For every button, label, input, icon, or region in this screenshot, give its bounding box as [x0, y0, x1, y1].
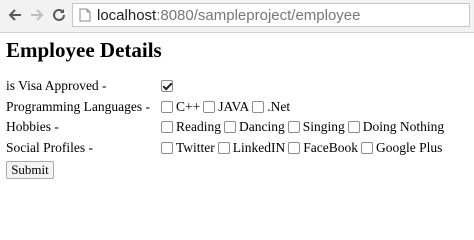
employee-form: is Visa Approved - Programming Languages… [6, 76, 468, 158]
social-option-label: Twitter [176, 139, 215, 155]
language-checkbox-java[interactable] [203, 100, 216, 113]
social-option-label: LinkedIN [232, 139, 286, 155]
hobby-option-label: Doing Nothing [362, 119, 445, 134]
hobby-option-label: Singing [302, 119, 345, 134]
browser-toolbar: localhost:8080/sampleproject/employee [0, 0, 474, 33]
social-checkbox-linkedin[interactable] [217, 141, 230, 154]
hobby-checkbox-reading[interactable] [161, 121, 173, 133]
page-icon [79, 8, 91, 22]
page-content: Employee Details is Visa Approved - Prog… [6, 36, 468, 179]
back-arrow-icon[interactable] [4, 3, 26, 27]
language-option-label: JAVA [218, 98, 250, 114]
visa-approved-checkbox[interactable] [161, 80, 173, 92]
languages-row: Programming Languages - C++ JAVA .Net [6, 97, 468, 118]
url-path: :8080/sampleproject/employee [156, 6, 361, 24]
hobby-checkbox-singing[interactable] [287, 121, 300, 133]
social-checkbox-twitter[interactable] [161, 141, 173, 154]
reload-icon[interactable] [48, 3, 70, 27]
forward-arrow-icon[interactable] [26, 3, 48, 27]
social-option-label: Google Plus [376, 139, 443, 155]
language-checkbox-cpp[interactable] [161, 100, 173, 113]
language-checkbox-dotnet[interactable] [252, 100, 265, 113]
social-row: Social Profiles - Twitter LinkedIN FaceB… [6, 138, 468, 159]
visa-row: is Visa Approved - [6, 76, 468, 97]
social-label: Social Profiles - [6, 139, 93, 155]
languages-label: Programming Languages - [6, 98, 150, 114]
hobby-option-label: Dancing [239, 119, 285, 134]
social-checkbox-google-plus[interactable] [361, 141, 374, 154]
hobby-checkbox-dancing[interactable] [224, 121, 236, 133]
url-text: localhost:8080/sampleproject/employee [97, 7, 361, 24]
address-bar[interactable]: localhost:8080/sampleproject/employee [72, 3, 470, 27]
social-option-label: FaceBook [303, 139, 359, 155]
url-host: localhost [97, 6, 157, 24]
language-option-label: .Net [267, 98, 291, 114]
hobbies-label: Hobbies - [6, 119, 59, 134]
social-checkbox-facebook[interactable] [288, 141, 301, 154]
page-title: Employee Details [6, 38, 162, 62]
hobby-option-label: Reading [176, 119, 221, 134]
hobbies-row: Hobbies - Reading Dancing Singing Doing … [6, 117, 468, 138]
submit-button[interactable]: Submit [6, 161, 54, 179]
language-option-label: C++ [176, 98, 201, 114]
hobby-checkbox-doing-nothing[interactable] [347, 121, 360, 133]
visa-label: is Visa Approved - [6, 78, 107, 93]
